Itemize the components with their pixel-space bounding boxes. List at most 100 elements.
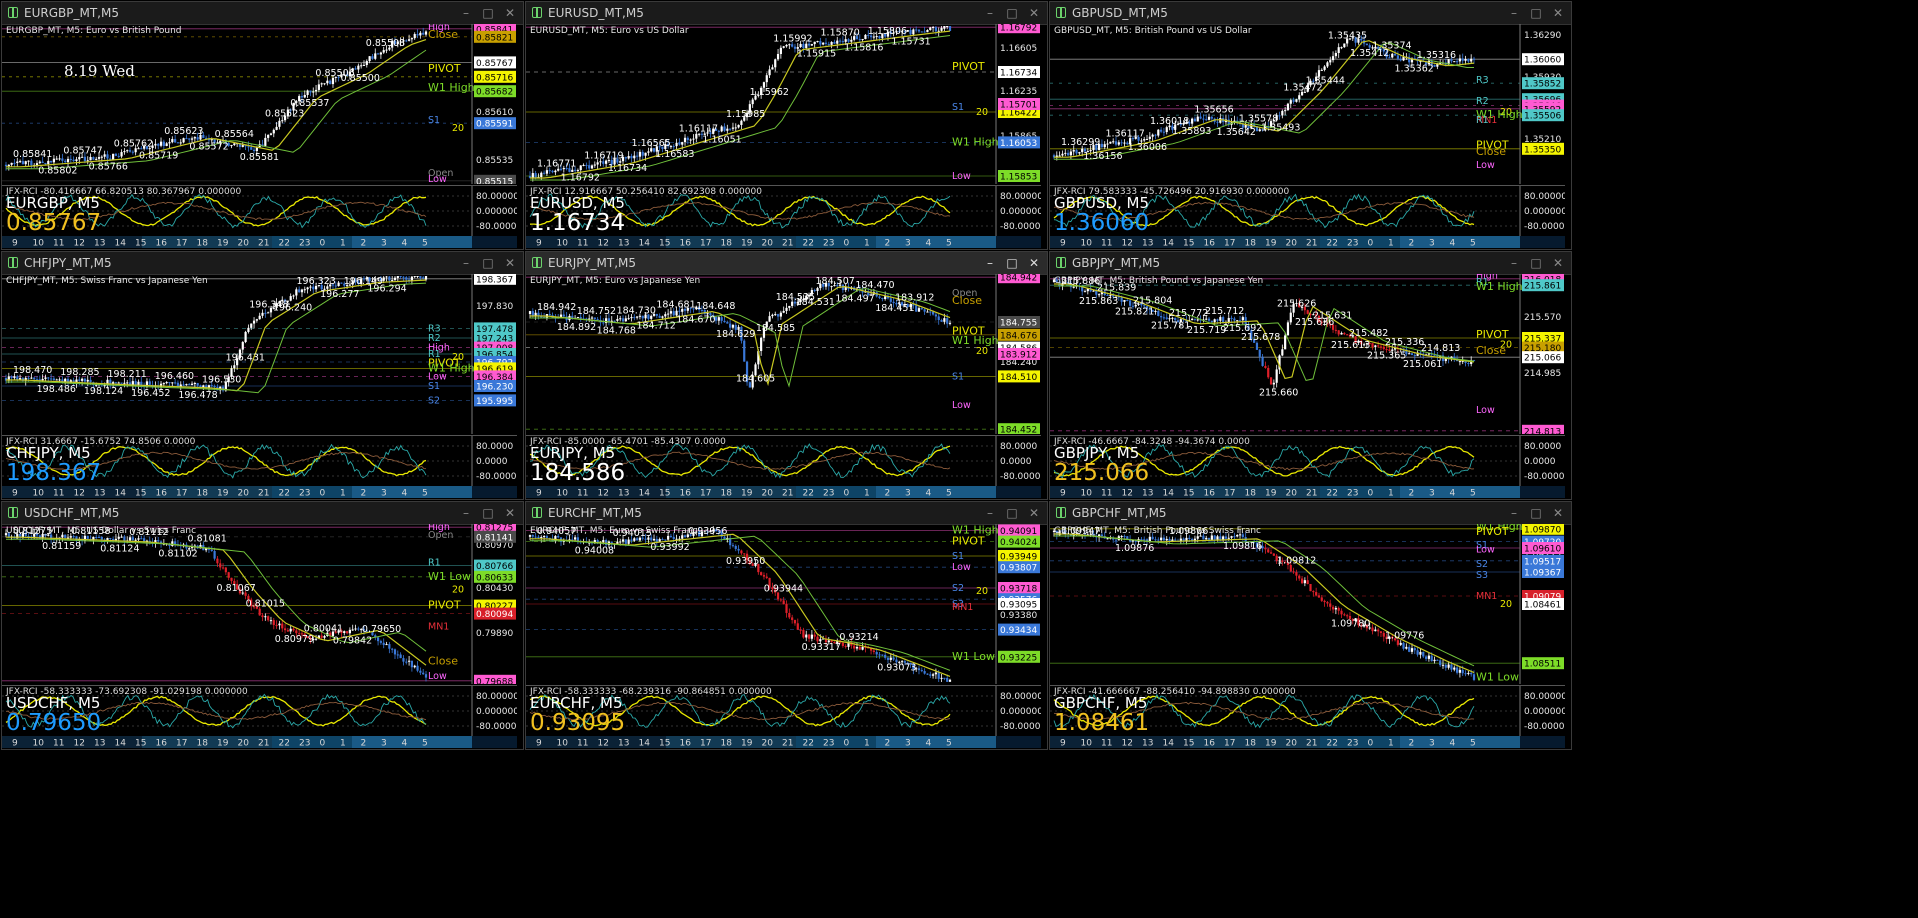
price-chart[interactable]: 0.81275 0.81159 0.81158 0.81124 0.81112 0.811… <box>2 524 517 684</box>
minimize-button[interactable]: – <box>981 504 999 522</box>
time-tick: 14 <box>1163 489 1175 499</box>
time-tick: 17 <box>176 739 187 749</box>
close-button[interactable]: ✕ <box>501 4 519 22</box>
minimize-button[interactable]: – <box>457 4 475 22</box>
price-annotation: 0.80041 <box>304 623 343 634</box>
minimize-button[interactable]: – <box>457 254 475 272</box>
candle <box>1371 343 1374 348</box>
chart-window-eurchf[interactable]: EURCHF_MT,M5 – □ ✕ 0.94057 0.94008 0.94015 0.93… <box>525 501 1048 750</box>
candle <box>833 41 836 44</box>
rci-indicator-pane[interactable]: 80.0000000.000000-80.000000JFX-RCI 12.91… <box>526 185 1041 236</box>
minimize-button[interactable]: – <box>981 4 999 22</box>
minimize-button[interactable]: – <box>1505 4 1523 22</box>
window-titlebar[interactable]: EURCHF_MT,M5 – □ ✕ <box>526 502 1047 525</box>
rci-indicator-pane[interactable]: 80.0000 0.0000 -80.0000 JFX-RCI -46.6667 -8… <box>1050 435 1565 486</box>
chart-window-gbpchf[interactable]: GBPCHF_MT,M5– □ ✕ 1.09947 1.09876 1.09866 1.09… <box>1049 501 1572 750</box>
maximize-button[interactable]: □ <box>479 504 497 522</box>
rci-indicator-pane[interactable]: 80.0000 0.0000 -80.0000 JFX-RCI 31.6667 -15… <box>2 435 517 486</box>
svg-text:1.35350: 1.35350 <box>1524 145 1561 155</box>
maximize-button[interactable]: □ <box>1527 4 1545 22</box>
minimize-button[interactable]: – <box>1505 254 1523 272</box>
window-titlebar[interactable]: EURUSD_MT,M5 – □ ✕ <box>526 2 1047 25</box>
price-chart[interactable]: 1.36299 1.36156 1.36117 1.36006 1.36018 1.358… <box>1050 24 1565 184</box>
close-button[interactable]: ✕ <box>1549 4 1567 22</box>
rci-indicator-pane[interactable]: 80.0000000.000000-80.000000JFX-RCI -58.3… <box>526 685 1041 736</box>
price-chart[interactable]: 1.16771 1.16792 1.16719 1.16734 1.16565 1.165… <box>526 24 1041 184</box>
window-titlebar[interactable]: USDCHF_MT,M5 – □ ✕ <box>2 502 523 525</box>
indicator-line-label: S2 <box>1476 559 1488 570</box>
price-axis-label: 215.570 <box>1524 313 1561 323</box>
maximize-button[interactable]: □ <box>1003 254 1021 272</box>
chart-window-icon <box>8 7 18 18</box>
chart-window-chfjpy[interactable]: CHFJPY_MT,M5– □ ✕ 198.470 198.486 198.285 198.… <box>1 251 524 500</box>
maximize-button[interactable]: □ <box>1527 254 1545 272</box>
chart-window-gbpusd[interactable]: GBPUSD_MT,M5 – □ ✕ 1.36299 1.36156 1.36117 1.36… <box>1049 1 1572 250</box>
time-tick: 15 <box>1183 239 1194 249</box>
time-tick: 13 <box>618 489 629 499</box>
candle <box>241 145 244 147</box>
minimize-button[interactable]: – <box>981 254 999 272</box>
price-chart[interactable]: 215.886 215.863 215.839 215.821 215.804 215.7… <box>1050 274 1565 434</box>
price-annotation: 215.336 <box>1385 337 1424 348</box>
price-chart[interactable]: 1.09947 1.09876 1.09866 1.09816 1.09812 1.097… <box>1050 524 1565 684</box>
price-annotation: 1.15985 <box>726 109 765 120</box>
candle <box>771 314 774 317</box>
indicator-line-label: S2 <box>952 583 964 594</box>
maximize-button[interactable]: □ <box>479 254 497 272</box>
rci-indicator-pane[interactable]: 80.0000 0.0000 -80.0000 JFX-RCI -85.0000 -6… <box>526 435 1041 486</box>
window-titlebar[interactable]: CHFJPY_MT,M5 – □ ✕ <box>2 252 523 275</box>
candle <box>1326 62 1329 67</box>
rci-indicator-pane[interactable]: 80.0000000.000000-80.000000JFX-RCI -80.4… <box>2 185 517 236</box>
close-button[interactable]: ✕ <box>1025 4 1043 22</box>
price-chart[interactable]: 184.942 184.892 184.752 184.768 184.730 184.7… <box>526 274 1041 434</box>
maximize-button[interactable]: □ <box>1527 504 1545 522</box>
window-titlebar[interactable]: GBPUSD_MT,M5 – □ ✕ <box>1050 2 1571 25</box>
price-chart-canvas: 1.099471.098761.098661.098161.098121.097… <box>1050 524 1564 684</box>
maximize-button[interactable]: □ <box>1003 504 1021 522</box>
close-button[interactable]: ✕ <box>1549 254 1567 272</box>
minimize-button[interactable]: – <box>457 504 475 522</box>
price-chart[interactable]: 0.85841 0.85802 0.85747 0.85766 0.85762 0.857… <box>2 24 517 184</box>
minimize-button[interactable]: – <box>1505 504 1523 522</box>
close-button[interactable]: ✕ <box>501 254 519 272</box>
price-tag: 1.35350 <box>1522 142 1564 155</box>
window-titlebar[interactable]: GBPCHF_MT,M5 – □ ✕ <box>1050 502 1571 525</box>
window-titlebar[interactable]: GBPJPY_MT,M5 – □ ✕ <box>1050 252 1571 275</box>
candle <box>320 83 323 85</box>
chart-window-eurusd[interactable]: EURUSD_MT,M5– □ ✕ 1.16771 1.16792 1.16719 1.16… <box>525 1 1048 250</box>
close-button[interactable]: ✕ <box>1025 504 1043 522</box>
candle <box>252 320 256 324</box>
chart-window-eurjpy[interactable]: EURJPY_MT,M5– □ ✕ 184.942 184.892 184.752 184.… <box>525 251 1048 500</box>
close-button[interactable]: ✕ <box>501 504 519 522</box>
chart-window-eurgbp[interactable]: EURGBP_MT,M5 – □ ✕ 0.85841 0.85802 0.85747 0.85… <box>1 1 524 250</box>
price-chart[interactable]: 0.94057 0.94008 0.94015 0.93992 0.93956 0.939… <box>526 524 1041 684</box>
candle <box>644 152 647 156</box>
rci-indicator-pane[interactable]: 80.0000000.000000-80.000000JFX-RCI -58.3… <box>2 685 517 736</box>
close-button[interactable]: ✕ <box>1025 254 1043 272</box>
maximize-button[interactable]: □ <box>1003 4 1021 22</box>
time-tick: 22 <box>803 489 814 499</box>
price-annotation: 0.79842 <box>333 635 372 646</box>
time-axis: 9 10 11 12 13 14 15 16 17 18 19 20 21 22 23 0 1 2 3 4 5 <box>1050 736 1565 748</box>
window-titlebar[interactable]: EURJPY_MT,M5 – □ ✕ <box>526 252 1047 275</box>
candle <box>731 545 735 547</box>
candle <box>810 634 813 639</box>
svg-text:0.80094: 0.80094 <box>476 610 513 620</box>
time-tick: 5 <box>422 739 428 749</box>
candle <box>123 151 126 153</box>
time-tick: 18 <box>721 739 733 749</box>
rci-indicator-pane[interactable]: 80.0000000.000000-80.000000JFX-RCI -41.6… <box>1050 685 1565 736</box>
price-annotation: 215.626 <box>1277 298 1316 309</box>
time-tick: 18 <box>721 239 733 249</box>
time-axis: 9 10 11 12 13 14 15 16 17 18 19 20 21 22 23 0 1 2 3 4 5 <box>526 236 1041 248</box>
candle <box>312 91 315 93</box>
price-chart[interactable]: 198.470 198.486 198.285 198.124 198.211 196.4… <box>2 274 517 434</box>
chart-window-gbpjpy[interactable]: GBPJPY_MT,M5 – □ ✕ 215.886 215.863 215.839 215.… <box>1049 251 1572 500</box>
candle <box>179 142 182 144</box>
rci-indicator-pane[interactable]: 80.0000000.000000-80.000000JFX-RCI 79.58… <box>1050 185 1565 236</box>
candle <box>298 289 301 293</box>
maximize-button[interactable]: □ <box>479 4 497 22</box>
window-titlebar[interactable]: EURGBP_MT,M5 – □ ✕ <box>2 2 523 25</box>
close-button[interactable]: ✕ <box>1549 504 1567 522</box>
chart-window-usdchf[interactable]: USDCHF_MT,M5 – □ ✕ 0.81275 0.81159 0.81158 0.81… <box>1 501 524 750</box>
